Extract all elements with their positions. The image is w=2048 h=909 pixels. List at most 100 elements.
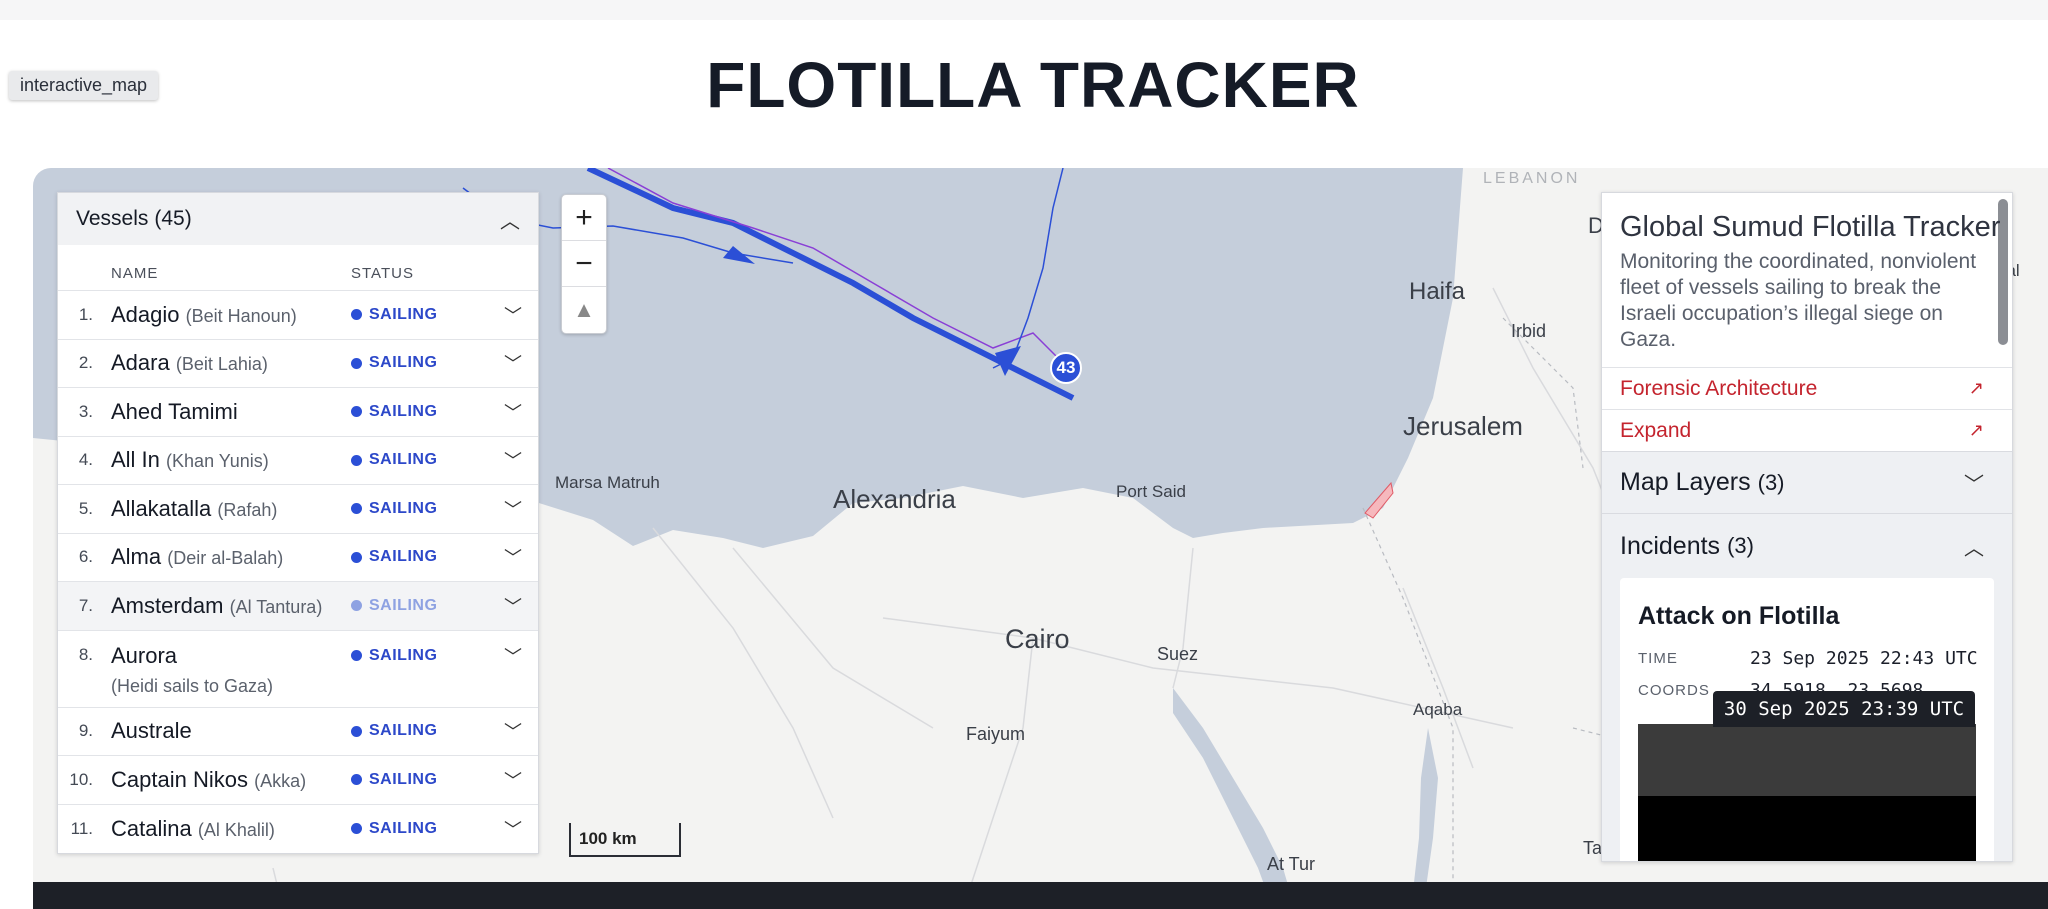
top-bar xyxy=(0,0,2048,20)
chevron-down-icon[interactable]: ﹀ xyxy=(504,767,522,793)
vessel-row[interactable]: 11. Catalina (Al Khalil) SAILING ﹀ xyxy=(58,805,538,854)
vessel-name: Adara (Beit Lahia) xyxy=(111,350,268,376)
vessel-name: Allakatalla (Rafah) xyxy=(111,495,278,521)
vessel-subtitle: (Rafah) xyxy=(217,499,278,520)
gulf-of-suez xyxy=(1173,688,1295,909)
vessels-title: Vessels xyxy=(76,207,149,230)
interactive-map[interactable]: 43 LEBANON Haifa Irbid Jerusalem Marsa M… xyxy=(33,168,2048,909)
expand-link[interactable]: Expand ↗ xyxy=(1602,409,2012,451)
chevron-down-icon[interactable]: ﹀ xyxy=(504,399,522,425)
status-badge: SAILING xyxy=(351,451,437,469)
status-badge: SAILING xyxy=(351,354,437,372)
place-label: Alexandria xyxy=(833,484,956,514)
chevron-down-icon[interactable]: ﹀ xyxy=(1964,468,1984,497)
vessel-name: Captain Nikos (Akka) xyxy=(111,766,307,792)
row-number: 6. xyxy=(78,547,93,567)
chevron-down-icon[interactable]: ﹀ xyxy=(504,447,522,473)
status-dot-icon xyxy=(351,725,362,737)
vessel-row[interactable]: 3. Ahed Tamimi SAILING ﹀ xyxy=(58,388,538,437)
map-layers-section[interactable]: Map Layers (3) ﹀ xyxy=(1602,451,2012,513)
vessels-column-headers: NAME STATUS xyxy=(58,245,538,291)
status-dot-icon xyxy=(351,406,362,418)
vessel-row[interactable]: 5. Allakatalla (Rafah) SAILING ﹀ xyxy=(58,485,538,534)
incident-time: TIME 23 Sep 2025 22:43 UTC xyxy=(1638,648,1978,669)
vessel-row[interactable]: 9. Australe SAILING ﹀ xyxy=(58,708,538,756)
info-panel-description: Monitoring the coordinated, nonviolent f… xyxy=(1620,250,1977,351)
chevron-down-icon[interactable]: ﹀ xyxy=(504,496,522,522)
row-number: 5. xyxy=(78,498,93,518)
place-label: Marsa Matruh xyxy=(555,473,660,492)
vessel-name: Adagio (Beit Hanoun) xyxy=(111,301,297,327)
chevron-up-icon[interactable]: ︿ xyxy=(500,205,520,234)
vessel-row[interactable]: 6. Alma (Deir al-Balah) SAILING ﹀ xyxy=(58,534,538,582)
row-number: 1. xyxy=(78,304,93,324)
vessel-row[interactable]: 10. Captain Nikos (Akka) SAILING ﹀ xyxy=(58,756,538,805)
minus-icon[interactable]: − xyxy=(562,241,606,287)
timeline-bar[interactable] xyxy=(33,882,2048,909)
place-label: Aqaba xyxy=(1413,700,1463,719)
vessel-subtitle: (Al Khalil) xyxy=(197,819,275,840)
section-count: (3) xyxy=(1727,533,1754,558)
incidents-section[interactable]: Incidents (3) ︿ xyxy=(1602,513,2012,578)
vessel-subtitle: (Al Tantura) xyxy=(229,596,323,617)
row-number: 9. xyxy=(78,721,93,741)
current-time: 30 Sep 2025 23:39 UTC xyxy=(1713,691,1975,727)
link-label: Expand xyxy=(1620,418,1692,442)
incident-title: Attack on Flotilla xyxy=(1638,602,1840,630)
chevron-down-icon[interactable]: ﹀ xyxy=(504,544,522,570)
vessel-name: Australe xyxy=(111,718,192,744)
chevron-down-icon[interactable]: ﹀ xyxy=(504,718,522,744)
chevron-down-icon[interactable]: ﹀ xyxy=(504,350,522,376)
row-number: 7. xyxy=(78,595,93,615)
place-label: Jerusalem xyxy=(1403,411,1523,441)
chevron-down-icon[interactable]: ﹀ xyxy=(504,643,522,669)
status-badge: SAILING xyxy=(351,820,437,838)
place-label: Ta xyxy=(1583,838,1603,858)
vessel-subtitle: (Heidi sails to Gaza) xyxy=(111,676,274,697)
column-status: STATUS xyxy=(351,265,414,282)
vessel-row[interactable]: 8. Aurora (Heidi sails to Gaza) SAILING ﹀ xyxy=(58,631,538,708)
chevron-up-icon[interactable]: ︿ xyxy=(1964,532,1984,561)
vessel-row[interactable]: 1. Adagio (Beit Hanoun) SAILING ﹀ xyxy=(58,291,538,340)
info-panel: Global Sumud Flotilla Tracker Monitoring… xyxy=(1601,192,2013,862)
vessel-name: All In (Khan Yunis) xyxy=(111,447,269,473)
vessel-subtitle: (Beit Hanoun) xyxy=(185,305,297,326)
link-label: Forensic Architecture xyxy=(1620,376,1818,400)
section-title: Map Layers xyxy=(1620,468,1751,496)
vessel-row[interactable]: 2. Adara (Beit Lahia) SAILING ﹀ xyxy=(58,340,538,388)
status-badge: SAILING xyxy=(351,500,437,518)
row-number: 2. xyxy=(78,353,93,373)
zoom-control: + − ▲ xyxy=(561,194,607,334)
place-label: Faiyum xyxy=(966,724,1026,744)
place-label: Cairo xyxy=(1005,624,1070,654)
vessel-row[interactable]: 4. All In (Khan Yunis) SAILING ﹀ xyxy=(58,437,538,485)
time-value: 23 Sep 2025 22:43 UTC xyxy=(1750,648,1978,669)
column-name: NAME xyxy=(111,265,159,282)
status-badge: SAILING xyxy=(351,722,437,740)
chevron-down-icon[interactable]: ﹀ xyxy=(504,593,522,619)
forensic-architecture-link[interactable]: Forensic Architecture ↗ xyxy=(1602,367,2012,409)
place-label: Port Said xyxy=(1116,482,1186,501)
vessel-row[interactable]: 7. Amsterdam (Al Tantura) SAILING ﹀ xyxy=(58,582,538,631)
vessels-panel-header[interactable]: Vessels (45) ︿ xyxy=(58,193,538,245)
status-dot-icon xyxy=(351,823,362,835)
vessel-subtitle: (Deir al-Balah) xyxy=(167,548,284,569)
vessel-cluster[interactable]: 43 xyxy=(1050,352,1082,384)
place-label: Haifa xyxy=(1409,278,1466,305)
chevron-down-icon[interactable]: ﹀ xyxy=(504,816,522,842)
place-label: Suez xyxy=(1157,644,1199,664)
status-badge: SAILING xyxy=(351,597,437,615)
chevron-down-icon[interactable]: ﹀ xyxy=(504,302,522,328)
vessel-name: Aurora (Heidi sails to Gaza) xyxy=(111,642,274,697)
scale-bar: 100 km xyxy=(569,823,681,857)
vessel-name: Ahed Tamimi xyxy=(111,398,238,424)
status-badge: SAILING xyxy=(351,641,437,665)
section-count: (3) xyxy=(1757,469,1785,495)
compass-icon[interactable]: ▲ xyxy=(562,287,606,333)
status-dot-icon xyxy=(351,309,362,321)
incident-video[interactable] xyxy=(1638,724,1976,861)
row-number: 3. xyxy=(78,401,93,421)
status-dot-icon xyxy=(351,650,362,661)
status-dot-icon xyxy=(351,600,362,612)
plus-icon[interactable]: + xyxy=(562,195,606,241)
